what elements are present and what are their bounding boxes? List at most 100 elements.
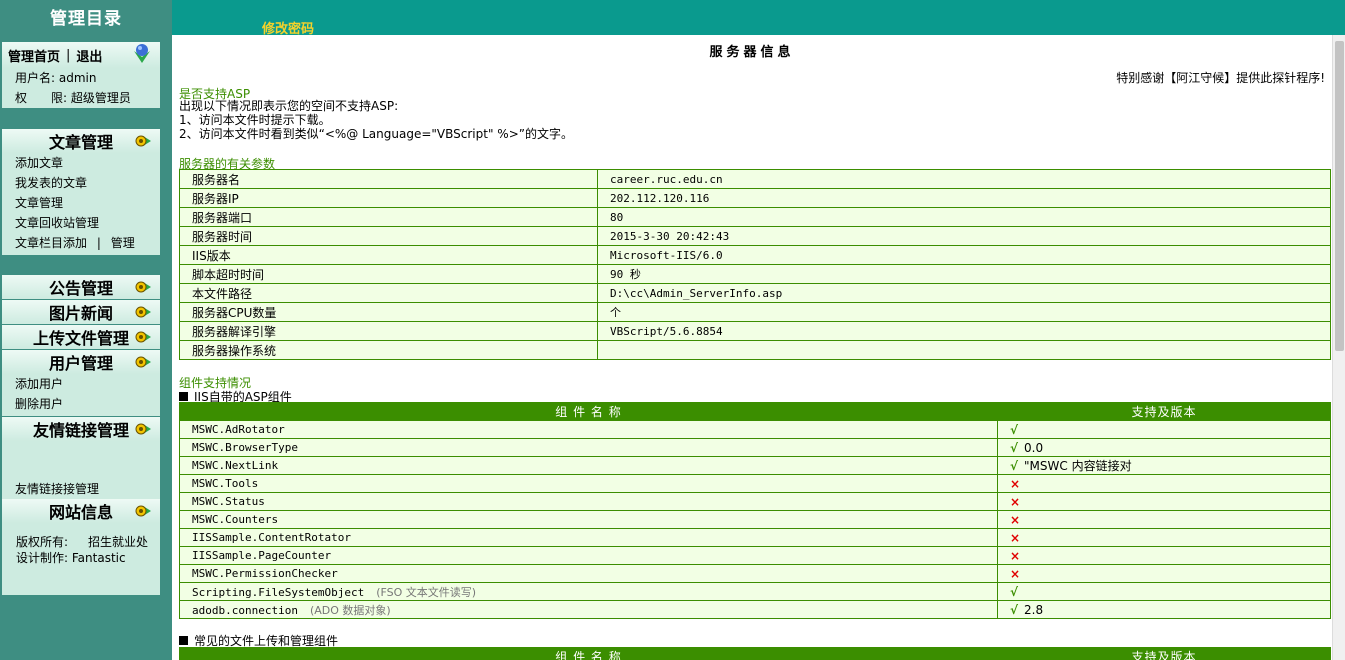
menu-head-label: 网站信息: [48, 503, 113, 522]
param-name: 服务器端口: [179, 207, 598, 227]
gear-icon: [135, 331, 151, 343]
sidebar-title: 管理目录: [50, 9, 122, 29]
check-icon: √: [1010, 440, 1019, 455]
param-name: 脚本超时时间: [179, 264, 598, 284]
column-add-link[interactable]: 文章栏目添加: [15, 236, 87, 250]
component-row: IISSample.ContentRotator ×: [179, 528, 1331, 547]
param-name: 服务器CPU数量: [179, 302, 598, 322]
component-name: Scripting.FileSystemObject: [192, 585, 365, 599]
component-support-cell: √ 0.0: [997, 438, 1331, 457]
menu-head-photo-news[interactable]: 图片新闻: [2, 300, 160, 324]
menu-item-add-user[interactable]: 添加用户: [2, 374, 160, 394]
menu-body-site-info: 版权所有: 招生就业处 设计制作: Fantastic: [2, 523, 160, 595]
check-icon: √: [1010, 602, 1019, 617]
param-value: D:\cc\Admin_ServerInfo.asp: [597, 283, 1331, 303]
menu-head-label: 图片新闻: [48, 304, 113, 323]
component-row: MSWC.PermissionChecker ×: [179, 564, 1331, 583]
table-header: 组 件 名 称 支持及版本: [179, 402, 1331, 421]
col-header-support: 支持及版本: [997, 647, 1331, 660]
param-name: 服务器操作系统: [179, 340, 598, 360]
components-table: 组 件 名 称 支持及版本 MSWC.AdRotator √ MSWC.Browse…: [179, 402, 1331, 619]
component-support-cell: √: [997, 420, 1331, 439]
design-row: 设计制作: Fantastic: [16, 551, 160, 565]
component-row: IISSample.PageCounter ×: [179, 546, 1331, 565]
param-name: 服务器时间: [179, 226, 598, 246]
menu-head-label: 公告管理: [48, 279, 113, 298]
upload-subtitle-text: 常见的文件上传和管理组件: [194, 634, 339, 648]
param-value: Microsoft-IIS/6.0: [597, 245, 1331, 265]
param-name: 服务器名: [179, 169, 598, 189]
link-separator: |: [66, 47, 71, 63]
menu-head-label: 上传文件管理: [32, 329, 129, 348]
table-header: 组 件 名 称 支持及版本: [179, 647, 1331, 660]
param-value: 2015-3-30 20:42:43: [597, 226, 1331, 246]
component-support-cell: √ "MSWC 内容链接对: [997, 456, 1331, 475]
component-name: MSWC.Tools: [192, 477, 259, 490]
component-support-cell: √: [997, 582, 1331, 601]
column-manage-link[interactable]: 管理: [111, 236, 135, 250]
component-version: 0.0: [1024, 440, 1044, 455]
scrollbar-thumb[interactable]: [1335, 41, 1344, 351]
page-title: 服务器信息: [709, 45, 795, 60]
param-row: 脚本超时时间 90 秒: [179, 264, 1331, 284]
menu-head-upload[interactable]: 上传文件管理: [2, 325, 160, 349]
component-support-cell: ×: [997, 492, 1331, 511]
globe-icon: [134, 44, 150, 63]
component-name-cell: MSWC.Tools: [179, 474, 998, 493]
col-header-support: 支持及版本: [997, 402, 1331, 421]
param-name: 服务器解译引擎: [179, 321, 598, 341]
gear-icon: [135, 281, 151, 293]
menu-head-notice[interactable]: 公告管理: [2, 275, 160, 299]
menu-head-site-info[interactable]: 网站信息: [2, 499, 160, 523]
user-name: 用户名: admin: [15, 71, 97, 85]
component-name-cell: Scripting.FileSystemObject (FSO 文本文件读写): [179, 582, 998, 601]
component-support-cell: ×: [997, 528, 1331, 547]
component-name: IISSample.PageCounter: [192, 549, 332, 562]
check-icon: √: [1010, 459, 1019, 473]
component-row: MSWC.BrowserType √ 0.0: [179, 438, 1331, 457]
param-name: IIS版本: [179, 245, 598, 265]
param-row: 服务器端口 80: [179, 207, 1331, 227]
scrollbar[interactable]: [1332, 35, 1345, 660]
square-bullet-icon: [179, 636, 188, 645]
menu-item-add-article[interactable]: 添加文章: [2, 153, 160, 173]
component-row: MSWC.Tools ×: [179, 474, 1331, 493]
menu-body-links: 友情链接接管理: [2, 441, 160, 499]
component-name: MSWC.Counters: [192, 513, 279, 526]
menu-item-link-manage[interactable]: 友情链接接管理: [2, 479, 160, 499]
menu-head-label: 友情链接管理: [32, 421, 129, 440]
asp-line-2: 1、访问本文件时提示下载。: [179, 113, 331, 127]
menu-item-my-articles[interactable]: 我发表的文章: [2, 173, 160, 193]
logout-link[interactable]: 退出: [76, 46, 102, 65]
menu-item-delete-user[interactable]: 删除用户: [2, 394, 160, 414]
copyright-label: 版权所有:: [16, 535, 69, 549]
component-row: adodb.connection (ADO 数据对象) √ 2.8: [179, 600, 1331, 619]
component-row: MSWC.Status ×: [179, 492, 1331, 511]
component-version: 2.8: [1024, 602, 1044, 617]
component-name: MSWC.PermissionChecker: [192, 567, 338, 580]
copyright-row: 版权所有: 招生就业处: [16, 535, 160, 549]
component-support-cell: ×: [997, 546, 1331, 565]
param-value: 202.112.120.116: [597, 188, 1331, 208]
param-value: 90 秒: [597, 264, 1331, 284]
param-row: 服务器IP 202.112.120.116: [179, 188, 1331, 208]
top-bar: 修改密码: [172, 0, 1345, 37]
menu-head-users[interactable]: 用户管理: [2, 350, 160, 374]
col-header-name: 组 件 名 称: [179, 402, 998, 421]
cross-icon: ×: [1010, 494, 1021, 509]
cross-icon: ×: [1010, 566, 1021, 581]
cross-icon: ×: [1010, 530, 1021, 545]
param-row: 服务器CPU数量 个: [179, 302, 1331, 322]
component-support-cell: √ 2.8: [997, 600, 1331, 619]
menu-item-article-manage[interactable]: 文章管理: [2, 193, 160, 213]
column-separator: |: [96, 236, 101, 250]
menu-head-label: 文章管理: [48, 133, 113, 152]
menu-head-articles[interactable]: 文章管理: [2, 129, 160, 153]
home-link[interactable]: 管理首页: [8, 46, 60, 65]
menu-body-articles: 添加文章 我发表的文章 文章管理 文章回收站管理 文章栏目添加 | 管理: [2, 153, 160, 255]
asp-line-1: 出现以下情况即表示您的空间不支持ASP:: [179, 99, 399, 113]
component-row: MSWC.Counters ×: [179, 510, 1331, 529]
menu-head-links[interactable]: 友情链接管理: [2, 417, 160, 441]
component-name-cell: IISSample.PageCounter: [179, 546, 998, 565]
menu-item-article-recycle[interactable]: 文章回收站管理: [2, 213, 160, 233]
